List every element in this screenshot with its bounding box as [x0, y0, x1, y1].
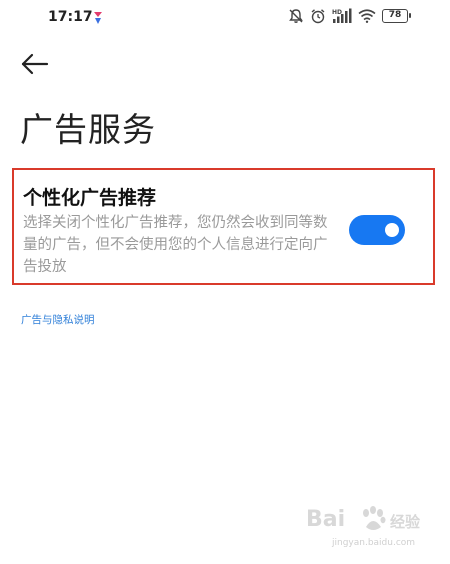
ad-service-screen: 17:17 HD 78 广告服务 个性化广告推荐 选择关闭个性化广告推荐，您仍然… [0, 0, 450, 564]
hd-signal-icon: HD [332, 8, 352, 24]
personalized-ads-setting[interactable]: 个性化广告推荐 选择关闭个性化广告推荐，您仍然会收到同等数量的广告，但不会使用您… [12, 168, 435, 285]
arrow-left-icon [21, 53, 49, 75]
page-title: 广告服务 [20, 110, 156, 149]
wifi-icon [358, 9, 376, 23]
baidu-watermark: Bai 经验 jingyan.baidu.com [306, 505, 436, 555]
battery-icon: 78 [382, 9, 411, 23]
ad-privacy-link[interactable]: 广告与隐私说明 [21, 312, 95, 327]
mute-bell-icon [288, 8, 304, 24]
watermark-url: jingyan.baidu.com [332, 538, 416, 548]
paw-icon [358, 505, 388, 539]
toggle-knob [385, 223, 399, 237]
status-bar: 17:17 HD 78 [0, 0, 450, 36]
watermark-text: 经验 [390, 513, 421, 531]
status-time: 17:17 [48, 9, 93, 25]
setting-title: 个性化广告推荐 [23, 187, 157, 209]
watermark-logo: Bai [306, 507, 346, 532]
back-button[interactable] [18, 50, 52, 78]
status-icons: HD 78 [288, 8, 411, 24]
alarm-icon [310, 8, 326, 24]
svg-text:HD: HD [332, 9, 342, 16]
app-badge-icon [92, 10, 104, 24]
setting-description: 选择关闭个性化广告推荐，您仍然会收到同等数量的广告，但不会使用您的个人信息进行定… [23, 215, 328, 275]
personalized-ads-toggle[interactable] [349, 215, 405, 245]
